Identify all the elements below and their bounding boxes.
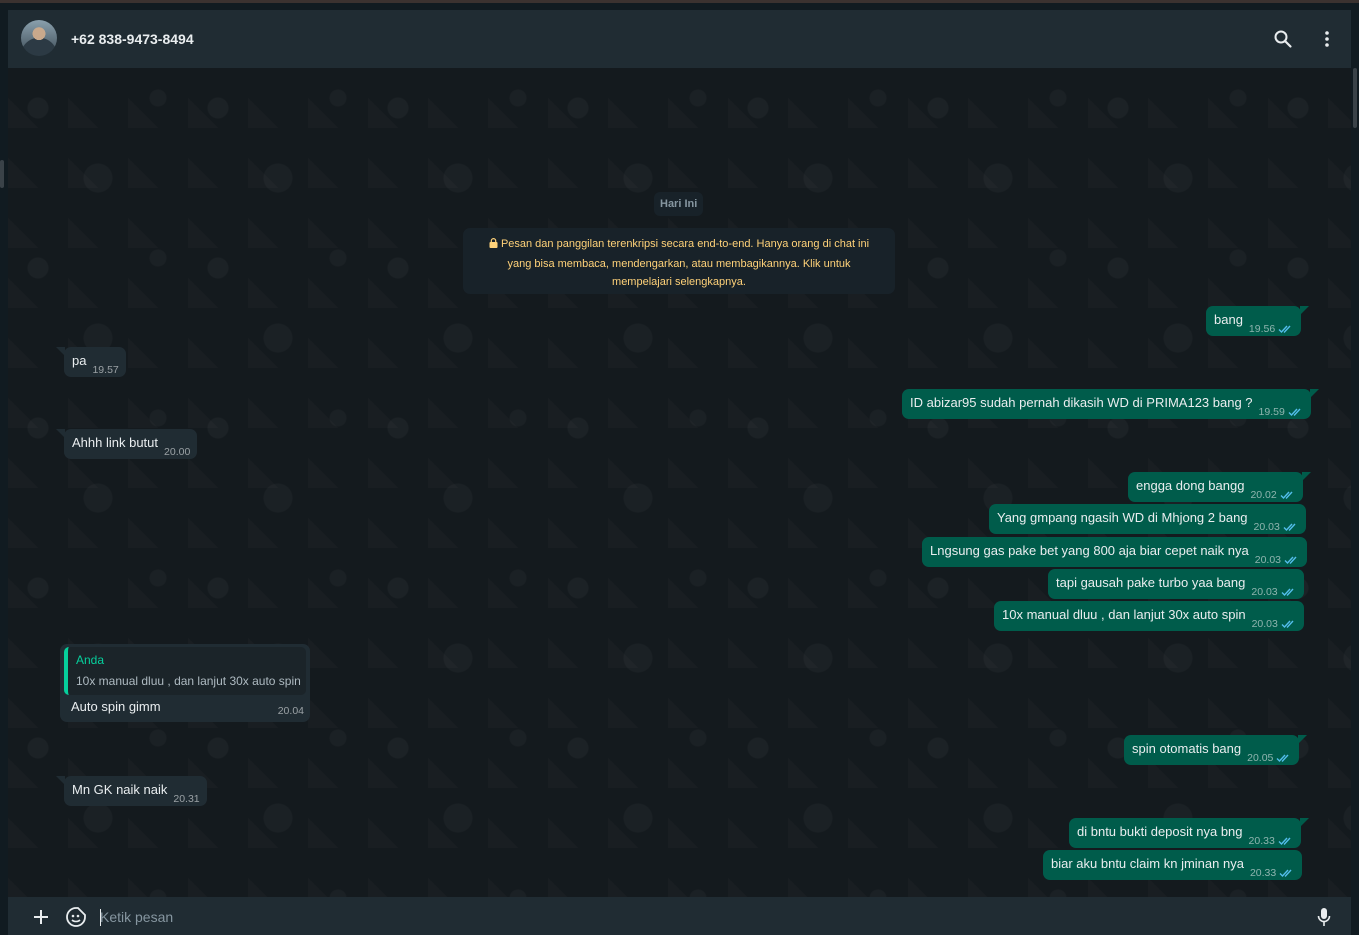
message-incoming[interactable]: Mn GK naik naik 20.31 [56, 776, 207, 806]
date-separator: Hari Ini [654, 192, 704, 216]
chat-header: +62 838-9473-8494 [8, 10, 1351, 68]
chat-scrollbar[interactable] [1351, 10, 1359, 935]
message-time: 20.33 [1249, 835, 1294, 847]
message-text: di bntu bukti deposit nya bng [1077, 824, 1243, 839]
message-time: 20.03 [1255, 554, 1300, 566]
message-outgoing[interactable]: 10x manual dluu , dan lanjut 30x auto sp… [994, 601, 1304, 631]
message-input[interactable] [100, 903, 1300, 931]
contact-name[interactable]: +62 838-9473-8494 [71, 31, 194, 47]
message-outgoing[interactable]: Lngsung gas pake bet yang 800 aja biar c… [922, 537, 1308, 567]
message-composer [8, 897, 1351, 935]
message-text: Lngsung gas pake bet yang 800 aja biar c… [930, 543, 1249, 558]
lock-icon [489, 236, 498, 255]
sticker-icon[interactable] [65, 906, 87, 928]
message-outgoing[interactable]: di bntu bukti deposit nya bng 20.33 [1069, 818, 1309, 848]
message-time: 20.04 [277, 705, 304, 717]
read-ticks-icon [1278, 836, 1294, 846]
message-incoming[interactable]: pa 19.57 [56, 347, 126, 377]
message-time: 19.56 [1249, 323, 1294, 335]
message-text: engga dong bangg [1136, 478, 1245, 493]
read-ticks-icon [1288, 407, 1304, 417]
message-text: bang [1214, 312, 1243, 327]
message-outgoing[interactable]: engga dong bangg 20.02 [1128, 472, 1311, 502]
message-outgoing[interactable]: Yang gmpang ngasih WD di Mhjong 2 bang 2… [989, 504, 1306, 534]
read-ticks-icon [1281, 619, 1297, 629]
contact-avatar[interactable] [21, 20, 57, 56]
message-incoming-reply[interactable]: Anda 10x manual dluu , dan lanjut 30x au… [60, 644, 310, 722]
message-outgoing[interactable]: ID abizar95 sudah pernah dikasih WD di P… [902, 389, 1319, 419]
message-text: biar aku bntu claim kn jminan nya [1051, 856, 1244, 871]
mic-icon[interactable] [1313, 906, 1335, 928]
message-text: Ahhh link butut [72, 435, 159, 450]
message-time: 20.03 [1251, 586, 1296, 598]
read-ticks-icon [1284, 555, 1300, 565]
message-outgoing[interactable]: bang 19.56 [1206, 306, 1310, 336]
read-ticks-icon [1279, 868, 1295, 878]
encryption-notice[interactable]: Pesan dan panggilan terenkripsi secara e… [463, 228, 895, 294]
read-ticks-icon [1283, 522, 1299, 532]
quoted-message[interactable]: Anda 10x manual dluu , dan lanjut 30x au… [64, 647, 306, 695]
message-time: 20.33 [1250, 867, 1295, 879]
message-text: 10x manual dluu , dan lanjut 30x auto sp… [1002, 607, 1246, 622]
message-text: Yang gmpang ngasih WD di Mhjong 2 bang [997, 510, 1248, 525]
message-text: Auto spin gimm [71, 699, 161, 714]
message-time: 19.57 [92, 364, 119, 376]
message-time: 20.05 [1247, 752, 1292, 764]
text-caret [100, 909, 101, 926]
quoted-text: 10x manual dluu , dan lanjut 30x auto sp… [76, 674, 301, 688]
message-text: ID abizar95 sudah pernah dikasih WD di P… [910, 395, 1253, 410]
message-text: spin otomatis bang [1132, 741, 1242, 756]
message-text: tapi gausah pake turbo yaa bang [1056, 575, 1246, 590]
quoted-author: Anda [76, 653, 105, 667]
message-time: 20.00 [164, 446, 191, 458]
message-time: 20.03 [1254, 521, 1299, 533]
read-ticks-icon [1281, 587, 1297, 597]
message-text: pa [72, 353, 87, 368]
chat-area[interactable]: Hari Ini Pesan dan panggilan terenkripsi… [8, 68, 1351, 897]
encryption-notice-text: Pesan dan panggilan terenkripsi secara e… [500, 238, 870, 288]
message-outgoing[interactable]: biar aku bntu claim kn jminan nya 20.33 [1043, 850, 1303, 880]
read-ticks-icon [1276, 753, 1292, 763]
message-time: 20.03 [1252, 618, 1297, 630]
message-outgoing[interactable]: tapi gausah pake turbo yaa bang 20.03 [1048, 569, 1304, 599]
message-time: 19.59 [1259, 406, 1304, 418]
message-incoming[interactable]: Ahhh link butut 20.00 [55, 429, 198, 459]
browser-top-strip [0, 0, 1359, 10]
read-ticks-icon [1280, 490, 1296, 500]
message-text: Mn GK naik naik [72, 782, 168, 797]
search-icon[interactable] [1271, 27, 1295, 51]
left-scrollbar[interactable] [0, 10, 8, 935]
menu-icon[interactable] [1315, 27, 1339, 51]
message-time: 20.31 [173, 793, 200, 805]
plus-icon[interactable] [30, 906, 52, 928]
read-ticks-icon [1278, 324, 1294, 334]
message-outgoing[interactable]: spin otomatis bang 20.05 [1124, 735, 1308, 765]
message-time: 20.02 [1250, 489, 1295, 501]
